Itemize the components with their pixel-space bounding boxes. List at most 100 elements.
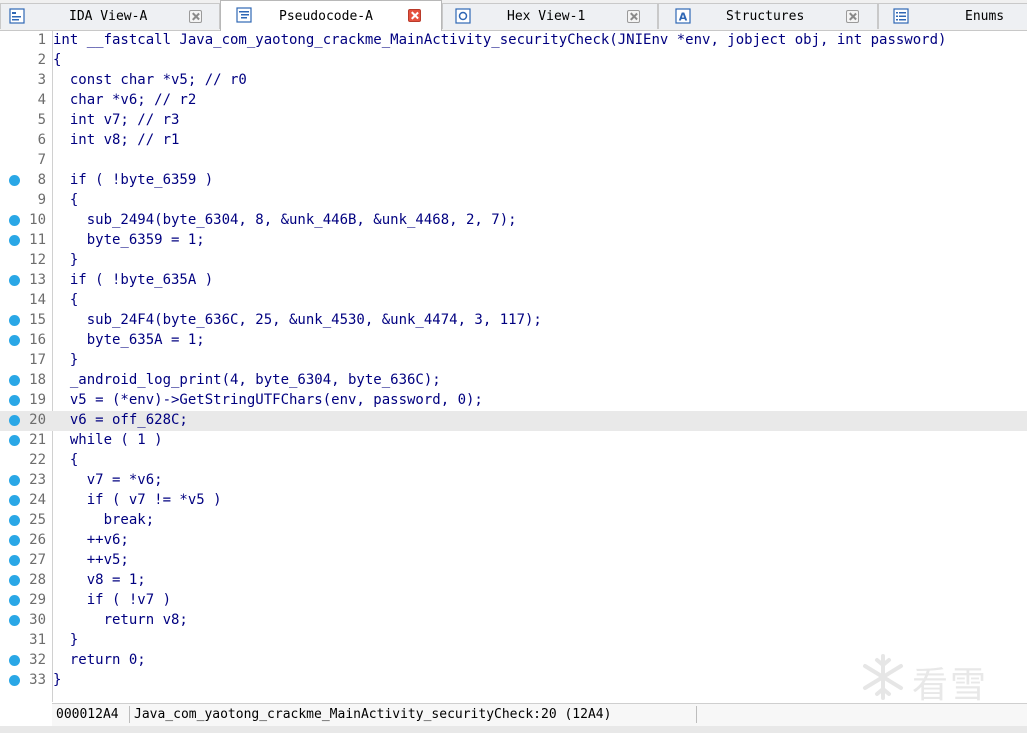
tab-hex-view-1[interactable]: Hex View-1 [442, 3, 658, 29]
tab-structures[interactable]: A Structures [658, 3, 878, 29]
breakpoint-dot-icon[interactable] [9, 275, 20, 286]
tab-pseudocode-a[interactable]: Pseudocode-A [220, 0, 442, 31]
breakpoint-dot-icon[interactable] [9, 595, 20, 606]
breakpoint-dot-icon[interactable] [9, 655, 20, 666]
code-line[interactable]: 7 [0, 151, 1027, 171]
line-number: 20 [29, 412, 46, 428]
code-line[interactable]: 6 int v8; // r1 [0, 131, 1027, 151]
breakpoint-dot-icon[interactable] [9, 175, 20, 186]
code-text[interactable]: v5 = (*env)->GetStringUTFChars(env, pass… [53, 392, 483, 408]
code-line[interactable]: 15 sub_24F4(byte_636C, 25, &unk_4530, &u… [0, 311, 1027, 331]
code-text[interactable]: break; [53, 512, 155, 528]
code-text[interactable]: } [53, 632, 78, 648]
code-text[interactable]: sub_2494(byte_6304, 8, &unk_446B, &unk_4… [53, 212, 517, 228]
code-line[interactable]: 20 v6 = off_628C; [0, 411, 1027, 431]
code-line[interactable]: 27 ++v5; [0, 551, 1027, 571]
close-icon[interactable] [408, 9, 421, 22]
code-text[interactable]: { [53, 292, 78, 308]
code-text[interactable]: int __fastcall Java_com_yaotong_crackme_… [53, 32, 946, 48]
code-text[interactable]: { [53, 452, 78, 468]
code-line[interactable]: 2{ [0, 51, 1027, 71]
code-line[interactable]: 9 { [0, 191, 1027, 211]
code-line[interactable]: 25 break; [0, 511, 1027, 531]
code-line[interactable]: 4 char *v6; // r2 [0, 91, 1027, 111]
code-text[interactable]: { [53, 192, 78, 208]
breakpoint-dot-icon[interactable] [9, 335, 20, 346]
breakpoint-dot-icon[interactable] [9, 495, 20, 506]
tab-ida-view-a[interactable]: IDA View-A [0, 3, 220, 29]
code-line[interactable]: 16 byte_635A = 1; [0, 331, 1027, 351]
code-text[interactable]: ++v5; [53, 552, 129, 568]
close-icon[interactable] [846, 10, 859, 23]
code-text[interactable]: if ( v7 != *v5 ) [53, 492, 222, 508]
code-line[interactable]: 18 _android_log_print(4, byte_6304, byte… [0, 371, 1027, 391]
code-text[interactable]: v8 = 1; [53, 572, 146, 588]
code-text[interactable]: sub_24F4(byte_636C, 25, &unk_4530, &unk_… [53, 312, 542, 328]
close-icon[interactable] [189, 10, 202, 23]
breakpoint-dot-icon[interactable] [9, 415, 20, 426]
code-line[interactable]: 22 { [0, 451, 1027, 471]
code-line[interactable]: 5 int v7; // r3 [0, 111, 1027, 131]
breakpoint-dot-icon[interactable] [9, 535, 20, 546]
code-line[interactable]: 1 int __fastcall Java_com_yaotong_crackme… [0, 31, 1027, 51]
code-text[interactable]: byte_635A = 1; [53, 332, 205, 348]
code-text[interactable]: if ( !v7 ) [53, 592, 171, 608]
code-line[interactable]: 26 ++v6; [0, 531, 1027, 551]
line-number: 32 [29, 652, 46, 668]
breakpoint-dot-icon[interactable] [9, 475, 20, 486]
breakpoint-dot-icon[interactable] [9, 615, 20, 626]
code-text[interactable]: char *v6; // r2 [53, 92, 196, 108]
breakpoint-dot-icon[interactable] [9, 395, 20, 406]
code-text[interactable]: return v8; [53, 612, 188, 628]
code-text[interactable]: ++v6; [53, 532, 129, 548]
code-text[interactable]: v6 = off_628C; [53, 412, 188, 428]
code-line[interactable]: 3 const char *v5; // r0 [0, 71, 1027, 91]
code-text[interactable]: } [53, 672, 61, 688]
line-number: 14 [29, 292, 46, 308]
breakpoint-dot-icon[interactable] [9, 235, 20, 246]
code-text[interactable]: byte_6359 = 1; [53, 232, 205, 248]
code-line[interactable]: 29 if ( !v7 ) [0, 591, 1027, 611]
code-text[interactable]: if ( !byte_6359 ) [53, 172, 213, 188]
code-text[interactable]: while ( 1 ) [53, 432, 163, 448]
code-line[interactable]: 30 return v8; [0, 611, 1027, 631]
close-icon[interactable] [627, 10, 640, 23]
code-text[interactable]: v7 = *v6; [53, 472, 163, 488]
code-line[interactable]: 19 v5 = (*env)->GetStringUTFChars(env, p… [0, 391, 1027, 411]
code-line[interactable]: 10 sub_2494(byte_6304, 8, &unk_446B, &un… [0, 211, 1027, 231]
code-text[interactable]: const char *v5; // r0 [53, 72, 247, 88]
breakpoint-dot-icon[interactable] [9, 315, 20, 326]
code-line[interactable]: 28 v8 = 1; [0, 571, 1027, 591]
breakpoint-dot-icon[interactable] [9, 515, 20, 526]
breakpoint-dot-icon[interactable] [9, 675, 20, 686]
pseudocode-view[interactable]: 1 int __fastcall Java_com_yaotong_crackme… [0, 31, 1027, 702]
code-line[interactable]: 23 v7 = *v6; [0, 471, 1027, 491]
tab-label: Structures [726, 9, 805, 24]
code-text[interactable]: return 0; [53, 652, 146, 668]
code-line[interactable]: 12 } [0, 251, 1027, 271]
breakpoint-dot-icon[interactable] [9, 375, 20, 386]
line-number: 17 [29, 352, 46, 368]
code-line[interactable]: 24 if ( v7 != *v5 ) [0, 491, 1027, 511]
code-line[interactable]: 17 } [0, 351, 1027, 371]
code-text[interactable]: } [53, 252, 78, 268]
code-line[interactable]: 14 { [0, 291, 1027, 311]
line-number: 21 [29, 432, 46, 448]
breakpoint-dot-icon[interactable] [9, 215, 20, 226]
code-text[interactable]: { [53, 52, 61, 68]
code-text[interactable]: if ( !byte_635A ) [53, 272, 213, 288]
ida-view-icon [9, 8, 25, 24]
code-text[interactable]: int v7; // r3 [53, 112, 180, 128]
code-text[interactable]: _android_log_print(4, byte_6304, byte_63… [53, 372, 441, 388]
breakpoint-dot-icon[interactable] [9, 435, 20, 446]
code-line[interactable]: 31 } [0, 631, 1027, 651]
tab-enums[interactable]: Enums [878, 3, 1027, 29]
code-line[interactable]: 11 byte_6359 = 1; [0, 231, 1027, 251]
code-text[interactable]: } [53, 352, 78, 368]
code-line[interactable]: 21 while ( 1 ) [0, 431, 1027, 451]
breakpoint-dot-icon[interactable] [9, 555, 20, 566]
code-line[interactable]: 8 if ( !byte_6359 ) [0, 171, 1027, 191]
code-text[interactable]: int v8; // r1 [53, 132, 180, 148]
breakpoint-dot-icon[interactable] [9, 575, 20, 586]
code-line[interactable]: 13 if ( !byte_635A ) [0, 271, 1027, 291]
